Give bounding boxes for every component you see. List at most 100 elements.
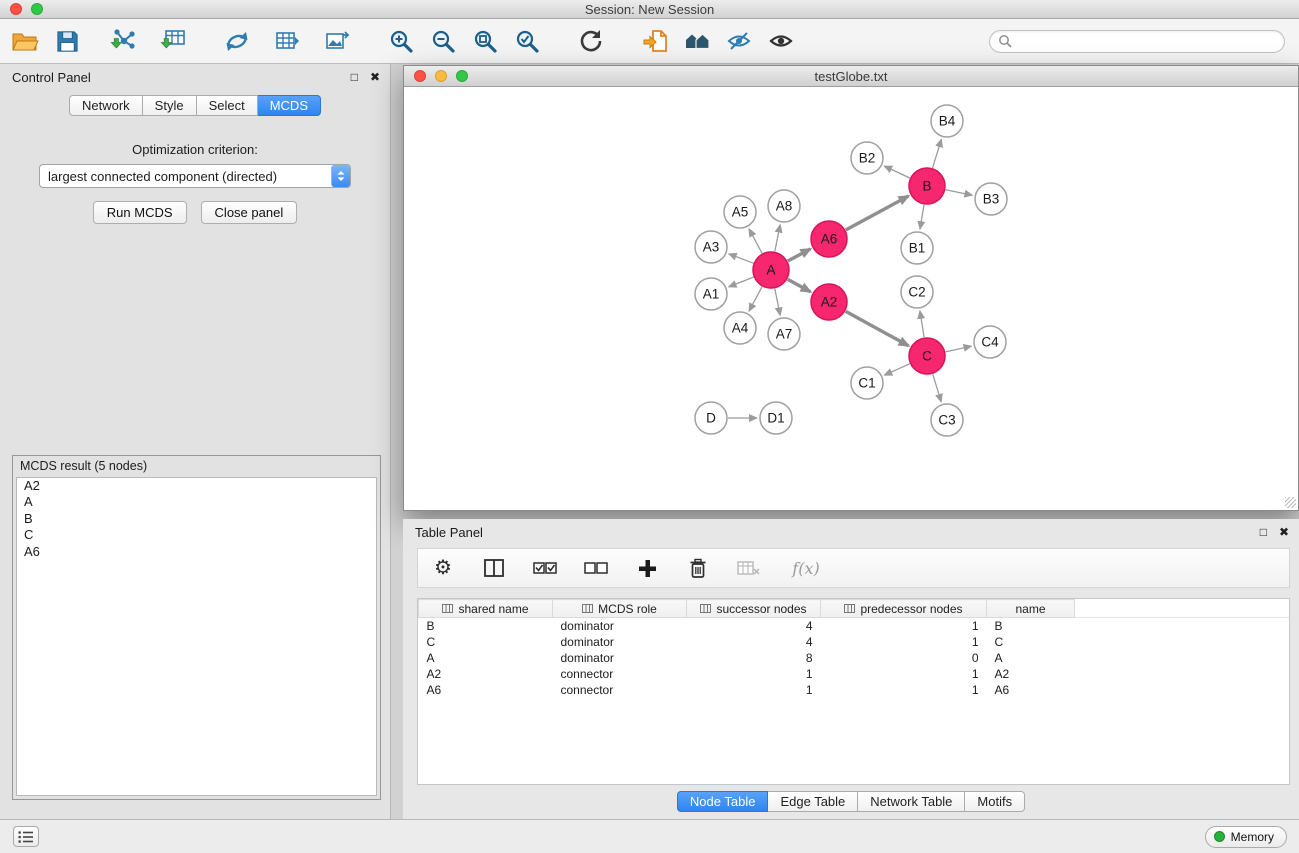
add-column-icon[interactable]	[635, 556, 659, 580]
new-table-button[interactable]	[270, 24, 304, 58]
close-window-button[interactable]	[10, 3, 22, 15]
graph-node-label: A8	[776, 199, 793, 214]
graph-edge-A-A6[interactable]	[788, 249, 811, 261]
graphics-details-button[interactable]	[722, 24, 756, 58]
graph-edge-B-B4[interactable]	[933, 139, 942, 168]
column-header[interactable]: name	[987, 600, 1075, 618]
mcds-result-list[interactable]: A2 A B C A6	[16, 477, 377, 796]
list-item[interactable]: A6	[17, 544, 376, 560]
table-row[interactable]: Adominator80A	[419, 650, 1290, 666]
graph-node-label: C3	[938, 413, 955, 428]
list-item[interactable]: A2	[17, 478, 376, 494]
graph-edge-A-A5[interactable]	[749, 229, 762, 253]
export-image-button[interactable]	[320, 24, 354, 58]
column-header[interactable]: shared name	[419, 600, 553, 618]
close-panel-icon[interactable]: ✖	[370, 70, 380, 84]
save-session-button[interactable]	[50, 24, 84, 58]
network-graph[interactable]: AA6A2BCA5A8A3A1A4A7B4B2B3B1C2C4C1C3DD1	[404, 87, 1298, 510]
zoom-window-button[interactable]	[31, 3, 43, 15]
zoom-network-button[interactable]	[456, 70, 468, 82]
home-button[interactable]	[680, 24, 714, 58]
table-row[interactable]: Bdominator41B	[419, 618, 1290, 634]
network-view-window: testGlobe.txt AA6A2BCA5A8A3A1A4A7B4B2B3B…	[403, 65, 1299, 511]
graph-edge-A-A1[interactable]	[729, 277, 754, 287]
graph-edge-A6-B[interactable]	[846, 196, 909, 230]
column-header[interactable]: predecessor nodes	[821, 600, 987, 618]
graph-edge-A2-C[interactable]	[846, 311, 909, 346]
graph-edge-A-A8[interactable]	[775, 225, 780, 252]
graph-node-label: C1	[858, 376, 875, 391]
tab-select[interactable]: Select	[197, 95, 258, 116]
graph-edge-C-C3[interactable]	[933, 374, 942, 402]
export-document-button[interactable]	[638, 24, 672, 58]
close-panel-icon[interactable]: ✖	[1279, 525, 1289, 539]
memory-status-icon	[1214, 831, 1225, 842]
table-row[interactable]: A2connector11A2	[419, 666, 1290, 682]
show-hide-button[interactable]	[764, 24, 798, 58]
trash-icon[interactable]	[686, 556, 710, 580]
select-all-icon[interactable]	[533, 556, 557, 580]
tab-mcds[interactable]: MCDS	[258, 95, 321, 116]
list-item[interactable]: A	[17, 494, 376, 510]
tab-network-table[interactable]: Network Table	[858, 791, 965, 812]
node-table[interactable]: shared name MCDS role successor nodes pr…	[417, 598, 1290, 785]
zoom-selected-button[interactable]	[510, 24, 544, 58]
list-item[interactable]: C	[17, 527, 376, 543]
table-row[interactable]: Cdominator41C	[419, 634, 1290, 650]
network-canvas[interactable]: AA6A2BCA5A8A3A1A4A7B4B2B3B1C2C4C1C3DD1	[404, 87, 1298, 510]
show-columns-icon[interactable]	[482, 556, 506, 580]
search-box[interactable]	[989, 30, 1285, 53]
import-network-file-button[interactable]	[106, 24, 140, 58]
graph-node-label: D1	[767, 411, 784, 426]
float-panel-icon[interactable]: □	[351, 70, 358, 84]
gear-icon[interactable]: ⚙	[431, 556, 455, 580]
memory-button[interactable]: Memory	[1205, 826, 1287, 848]
graph-edge-C-C2[interactable]	[920, 311, 924, 337]
graph-edge-B-B2[interactable]	[884, 166, 910, 178]
import-network-url-button[interactable]	[220, 24, 254, 58]
graph-node-label: D	[706, 411, 716, 426]
search-icon	[998, 34, 1012, 48]
search-input[interactable]	[1017, 34, 1276, 48]
tab-style[interactable]: Style	[143, 95, 197, 116]
graph-edge-A-A2[interactable]	[788, 279, 811, 292]
deselect-all-icon[interactable]	[584, 556, 608, 580]
table-row[interactable]: A6connector11A6	[419, 682, 1290, 698]
close-network-button[interactable]	[414, 70, 426, 82]
float-panel-icon[interactable]: □	[1260, 525, 1267, 539]
graph-edge-A-A4[interactable]	[749, 287, 762, 311]
criterion-dropdown[interactable]: largest connected component (directed)	[39, 164, 351, 188]
column-grid-icon	[844, 604, 855, 613]
refresh-layout-button[interactable]	[574, 24, 608, 58]
close-panel-button[interactable]: Close panel	[201, 201, 298, 224]
zoom-fit-button[interactable]	[468, 24, 502, 58]
eye-slash-icon	[726, 29, 752, 53]
column-header[interactable]: successor nodes	[687, 600, 821, 618]
graph-edge-A-A3[interactable]	[729, 254, 754, 263]
open-session-button[interactable]	[8, 24, 42, 58]
table-panel-header: Table Panel □ ✖	[403, 519, 1299, 545]
resize-handle[interactable]	[1285, 497, 1296, 508]
column-header[interactable]: MCDS role	[553, 600, 687, 618]
import-table-file-button[interactable]	[156, 24, 190, 58]
tab-edge-table[interactable]: Edge Table	[768, 791, 858, 812]
minimize-network-button[interactable]	[435, 70, 447, 82]
tab-node-table[interactable]: Node Table	[677, 791, 769, 812]
window-titlebar: Session: New Session	[0, 0, 1299, 19]
tab-network[interactable]: Network	[69, 95, 143, 116]
graph-edge-C-C1[interactable]	[884, 364, 909, 375]
graph-edge-A-A7[interactable]	[775, 289, 780, 316]
open-folder-icon	[11, 29, 39, 53]
tab-motifs[interactable]: Motifs	[965, 791, 1025, 812]
zoom-out-button[interactable]	[426, 24, 460, 58]
list-item[interactable]: B	[17, 511, 376, 527]
node-table-body: Bdominator41BCdominator41CAdominator80AA…	[419, 618, 1290, 698]
import-network-icon	[110, 28, 136, 54]
task-history-button[interactable]	[13, 826, 39, 847]
run-mcds-button[interactable]: Run MCDS	[93, 201, 187, 224]
graph-edge-C-C4[interactable]	[946, 346, 972, 352]
mcds-result-box: MCDS result (5 nodes) A2 A B C A6	[12, 455, 381, 800]
graph-edge-B-B3[interactable]	[946, 190, 973, 195]
graph-edge-B-B1[interactable]	[920, 205, 924, 229]
zoom-in-button[interactable]	[384, 24, 418, 58]
